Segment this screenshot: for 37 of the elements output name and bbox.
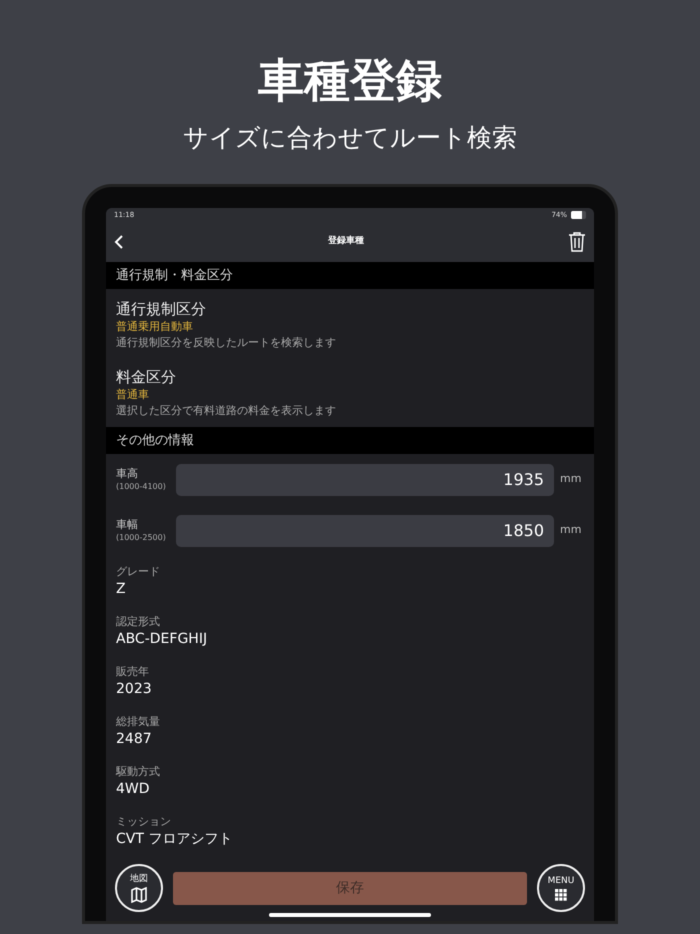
range-hint: (1000-4100)	[116, 480, 167, 492]
info-value: CVT フロアシフト	[116, 830, 234, 849]
info-label: 認定形式	[116, 614, 161, 629]
input-field[interactable]: 1935	[176, 464, 554, 496]
info-value: Z	[116, 580, 127, 599]
unit-label: mm	[560, 471, 582, 488]
grid-icon	[555, 889, 567, 901]
info-value: 2487	[116, 730, 153, 749]
menu-button[interactable]: MENU	[537, 864, 585, 912]
setting-label: 料金区分	[116, 367, 177, 387]
info-value: 4WD	[116, 780, 151, 799]
setting-description: 選択した区分で有料道路の料金を表示します	[116, 403, 337, 419]
info-label: グレード	[116, 564, 161, 579]
info-value: 2023	[116, 680, 153, 699]
unit-label: mm	[560, 522, 582, 538]
info-label: 総排気量	[116, 714, 161, 729]
section-header: その他の情報	[106, 427, 594, 454]
range-hint: (1000-2500)	[116, 532, 167, 544]
screen-title: 登録車種	[328, 235, 364, 248]
field-label: 車高	[116, 466, 139, 480]
map-button[interactable]: 地図	[115, 864, 163, 912]
setting-description: 通行規制区分を反映したルートを検索します	[116, 335, 337, 351]
setting-value[interactable]: 普通車	[116, 387, 584, 403]
trash-icon[interactable]	[568, 232, 586, 252]
map-icon	[131, 887, 147, 903]
section-header: 通行規制・料金区分	[106, 262, 594, 289]
setting-value[interactable]: 普通乗用自動車	[116, 319, 584, 335]
info-value: ABC-DEFGHIJ	[116, 630, 208, 649]
subtitle: サイズに合わせてルート検索	[182, 122, 518, 154]
info-label: 駆動方式	[116, 764, 161, 779]
info-label: ミッション	[116, 814, 172, 829]
info-label: 販売年	[116, 664, 150, 679]
back-icon[interactable]	[114, 235, 124, 249]
headline: 車種登録	[257, 52, 443, 109]
setting-label: 通行規制区分	[116, 299, 207, 319]
field-label: 車幅	[116, 518, 139, 532]
input-field[interactable]: 1850	[176, 514, 554, 546]
